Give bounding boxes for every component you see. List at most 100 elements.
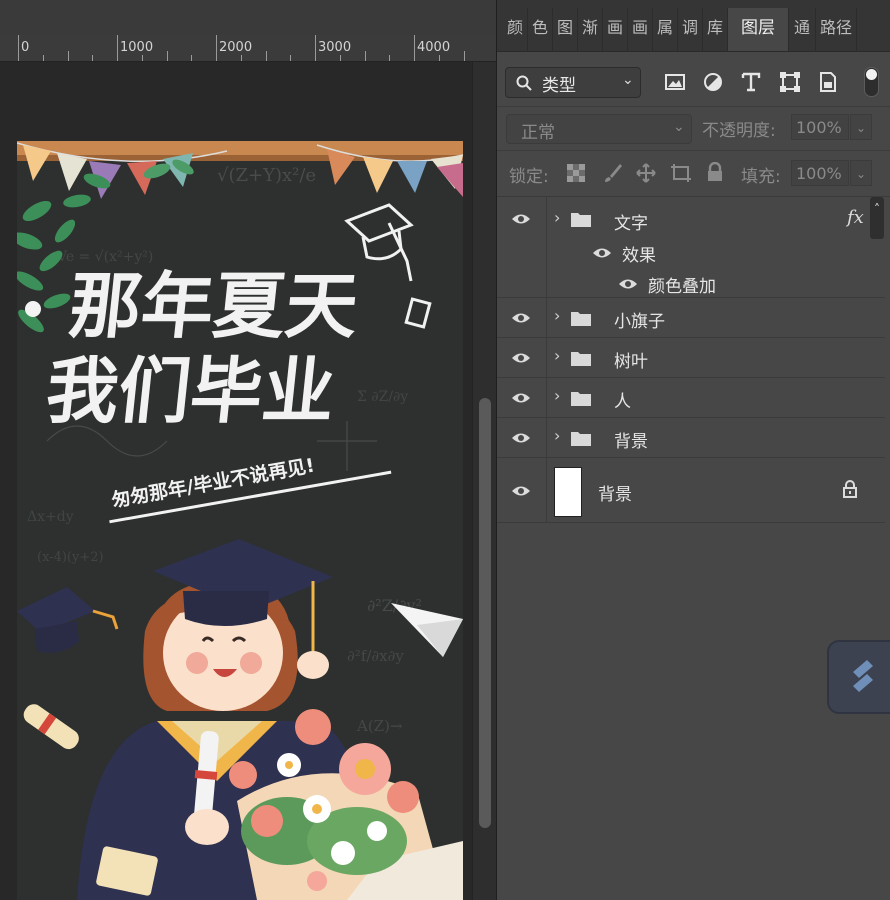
fill-input[interactable]: 100%: [791, 160, 849, 186]
chevron-right-icon[interactable]: ›: [554, 346, 560, 365]
ruler-label-1000: 1000: [120, 40, 154, 55]
ruler-tick: [414, 35, 415, 61]
floating-plugin-button[interactable]: [827, 640, 890, 714]
adjustment-filter-icon[interactable]: [701, 70, 725, 94]
tab-adjustments[interactable]: 调: [678, 8, 703, 51]
layer-name[interactable]: 小旗子: [614, 307, 665, 332]
svg-text:(x-4)(y+2): (x-4)(y+2): [37, 550, 104, 565]
svg-text:√(Z+Y)x²/e: √(Z+Y)x²/e: [217, 165, 316, 186]
layer-row-background-pixel[interactable]: 背景: [497, 458, 885, 523]
chevron-right-icon[interactable]: ›: [554, 306, 560, 325]
tab-patterns[interactable]: 图: [553, 8, 578, 51]
ruler-tick: [18, 35, 19, 61]
toggle-knob: [866, 69, 877, 80]
layer-row-flags-group[interactable]: › 小旗子: [497, 298, 885, 338]
ruler-label-3000: 3000: [318, 40, 352, 55]
chevron-right-icon[interactable]: ›: [554, 386, 560, 405]
lock-position-icon[interactable]: [635, 162, 657, 184]
folder-icon: [571, 352, 591, 366]
blend-opacity-bar: 正常 ⌄ 不透明度: 100% ⌄: [497, 106, 890, 151]
chevron-up-icon[interactable]: ˄: [870, 197, 884, 239]
svg-text:Ve = √(x²+y²): Ve = √(x²+y²): [56, 249, 153, 265]
lock-icon: [843, 480, 857, 498]
folder-icon: [571, 213, 591, 227]
lock-all-icon[interactable]: [706, 162, 724, 182]
chevron-down-icon[interactable]: ⌄: [850, 114, 872, 140]
graduation-poster[interactable]: √(Z+Y)x²/e Ve = √(x²+y²) Σ ∂Z/∂y Δx+dy ∂…: [17, 141, 463, 900]
filter-toggle-switch[interactable]: [864, 67, 879, 97]
lock-image-pixels-icon[interactable]: [602, 162, 624, 184]
shape-filter-icon[interactable]: [778, 70, 802, 94]
eye-icon[interactable]: [511, 351, 531, 365]
tab-libraries[interactable]: 库: [703, 8, 728, 51]
ruler-tick: [216, 35, 217, 61]
layer-name[interactable]: 人: [614, 387, 631, 412]
document-canvas-area[interactable]: 0 1000 2000 3000 4000 √(Z+Y)x²/e Ve = √(…: [0, 0, 497, 900]
chevron-down-icon: ⌄: [673, 119, 685, 135]
chevron-down-icon[interactable]: ⌄: [850, 160, 872, 186]
eye-icon[interactable]: [511, 431, 531, 445]
tab-paths[interactable]: 路径: [816, 8, 857, 51]
layer-filter-select[interactable]: 类型 ⌄: [505, 67, 641, 98]
panel-tab-bar: 颜 色 图 渐 画 画 属 调 库 图层 通 路径: [497, 0, 890, 52]
vertical-scrollbar[interactable]: [472, 62, 497, 900]
tab-brush-settings[interactable]: 画: [628, 8, 653, 51]
tab-properties[interactable]: 属: [653, 8, 678, 51]
scrollbar-thumb[interactable]: [479, 398, 491, 828]
eye-icon[interactable]: [511, 391, 531, 405]
layer-row-text-group[interactable]: › 文字 fx ˄ 效果 颜色叠加: [497, 197, 885, 298]
blend-mode-value: 正常: [521, 123, 555, 143]
plugin-logo-icon: [853, 660, 873, 692]
layer-row-leaves-group[interactable]: › 树叶: [497, 338, 885, 378]
opacity-input[interactable]: 100%: [791, 114, 849, 140]
visibility-column: [497, 197, 547, 297]
layer-name[interactable]: 文字: [614, 209, 648, 234]
layer-row-person-group[interactable]: › 人: [497, 378, 885, 418]
pixel-filter-icon[interactable]: [663, 70, 687, 94]
eye-icon[interactable]: [592, 246, 612, 260]
layer-row-background-group[interactable]: › 背景: [497, 418, 885, 458]
filter-select-value: 类型: [542, 76, 576, 96]
eye-icon[interactable]: [511, 212, 531, 226]
eye-icon[interactable]: [618, 277, 638, 291]
lock-label: 锁定:: [509, 167, 549, 187]
svg-text:Δx+dy: Δx+dy: [27, 509, 74, 525]
type-filter-icon[interactable]: [739, 70, 763, 94]
chevron-right-icon[interactable]: ›: [554, 208, 560, 227]
eye-icon[interactable]: [511, 311, 531, 325]
layer-name[interactable]: 树叶: [614, 347, 648, 372]
lock-transparent-pixels-icon[interactable]: [567, 164, 585, 182]
folder-icon: [571, 392, 591, 406]
tab-swatches[interactable]: 色: [528, 8, 553, 51]
eye-icon[interactable]: [511, 484, 531, 498]
chevron-right-icon[interactable]: ›: [554, 426, 560, 445]
lock-artboard-icon[interactable]: [669, 162, 693, 184]
smart-object-filter-icon[interactable]: [816, 70, 840, 94]
tab-gradients[interactable]: 渐: [578, 8, 603, 51]
effects-label[interactable]: 效果: [622, 241, 656, 266]
horizontal-ruler[interactable]: 0 1000 2000 3000 4000: [0, 35, 496, 62]
folder-icon: [571, 432, 591, 446]
lock-fill-bar: 锁定: 填充: 100% ⌄: [497, 150, 890, 197]
color-overlay-effect[interactable]: 颜色叠加: [648, 272, 716, 297]
visibility-column: [497, 378, 547, 417]
layer-filter-bar: 类型 ⌄: [497, 56, 890, 107]
search-icon: [516, 75, 532, 91]
tab-channels[interactable]: 通: [789, 8, 816, 51]
poster-artwork: √(Z+Y)x²/e Ve = √(x²+y²) Σ ∂Z/∂y Δx+dy ∂…: [17, 141, 463, 900]
layer-effects-fx-icon[interactable]: fx: [847, 207, 864, 228]
layer-thumbnail[interactable]: [554, 467, 582, 517]
tab-brushes[interactable]: 画: [603, 8, 628, 51]
opacity-label: 不透明度:: [702, 121, 776, 141]
layer-name[interactable]: 背景: [614, 427, 648, 452]
folder-icon: [571, 312, 591, 326]
tab-color[interactable]: 颜: [503, 8, 528, 51]
layer-name[interactable]: 背景: [598, 480, 632, 505]
svg-text:A(Z)→: A(Z)→: [356, 717, 403, 735]
svg-text:Σ ∂Z/∂y: Σ ∂Z/∂y: [357, 389, 408, 405]
svg-text:∂²f/∂x∂y: ∂²f/∂x∂y: [347, 647, 404, 665]
blend-mode-select[interactable]: 正常 ⌄: [506, 114, 692, 144]
headline-line2: 我们毕业: [42, 350, 339, 434]
tab-layers[interactable]: 图层: [728, 8, 789, 51]
chevron-down-icon: ⌄: [622, 72, 634, 88]
